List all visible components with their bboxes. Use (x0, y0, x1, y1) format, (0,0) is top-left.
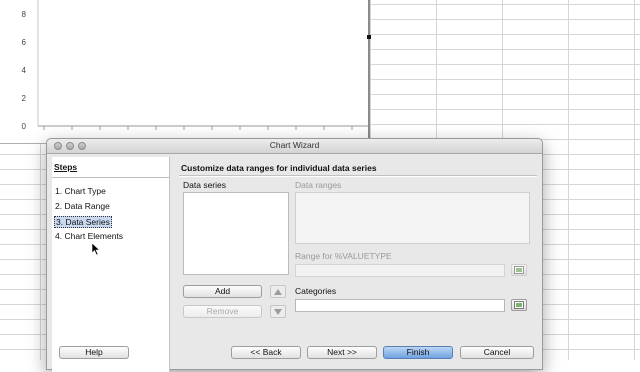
remove-series-button[interactable]: Remove (183, 305, 262, 318)
chart-resize-handle[interactable] (367, 35, 371, 39)
back-button[interactable]: << Back (231, 346, 301, 359)
y-tick-label: 6 (22, 38, 27, 47)
y-tick-label: 0 (22, 122, 27, 131)
up-arrow-icon[interactable] (270, 285, 286, 298)
categories-input[interactable] (295, 299, 505, 312)
step-data-series[interactable]: 3. Data Series (54, 216, 112, 228)
dialog-titlebar[interactable]: Chart Wizard (47, 139, 542, 154)
wizard-content: Customize data ranges for individual dat… (169, 157, 539, 372)
y-tick-label: 4 (22, 66, 27, 75)
y-tick-label: 2 (22, 94, 27, 103)
data-ranges-list[interactable] (295, 192, 530, 244)
steps-pane: Steps 1. Chart Type 2. Data Range 3. Dat… (52, 157, 170, 372)
step-chart-elements[interactable]: 4. Chart Elements (55, 231, 123, 241)
chart-wizard-dialog: Chart Wizard Steps 1. Chart Type 2. Data… (46, 138, 543, 372)
data-ranges-label: Data ranges (295, 180, 342, 190)
steps-heading: Steps (54, 162, 78, 172)
categories-select-icon[interactable] (511, 299, 527, 311)
dialog-button-bar: Help << Back Next >> Finish Cancel (47, 341, 542, 369)
mouse-cursor-icon (92, 243, 100, 255)
dialog-title: Chart Wizard (269, 140, 320, 150)
section-divider (179, 175, 537, 177)
data-series-label: Data series (183, 180, 226, 190)
down-arrow-icon[interactable] (270, 305, 286, 318)
next-button[interactable]: Next >> (307, 346, 377, 359)
add-series-button[interactable]: Add (183, 285, 262, 298)
step-chart-type[interactable]: 1. Chart Type (55, 186, 106, 196)
chart-svg: 8 6 4 2 0 (22, 0, 368, 131)
steps-divider (52, 177, 169, 178)
range-for-input[interactable] (295, 264, 505, 277)
step-data-range[interactable]: 2. Data Range (55, 201, 110, 211)
y-tick-label: 8 (22, 10, 27, 19)
categories-label: Categories (295, 286, 337, 296)
cancel-button[interactable]: Cancel (460, 346, 534, 359)
range-select-icon[interactable] (511, 264, 527, 276)
section-title: Customize data ranges for individual dat… (181, 163, 377, 173)
chart-object[interactable]: 8 6 4 2 0 (0, 0, 370, 144)
help-button[interactable]: Help (59, 346, 129, 359)
finish-button[interactable]: Finish (383, 346, 453, 359)
range-for-label: Range for %VALUETYPE (295, 251, 392, 261)
data-series-list[interactable] (183, 192, 289, 275)
